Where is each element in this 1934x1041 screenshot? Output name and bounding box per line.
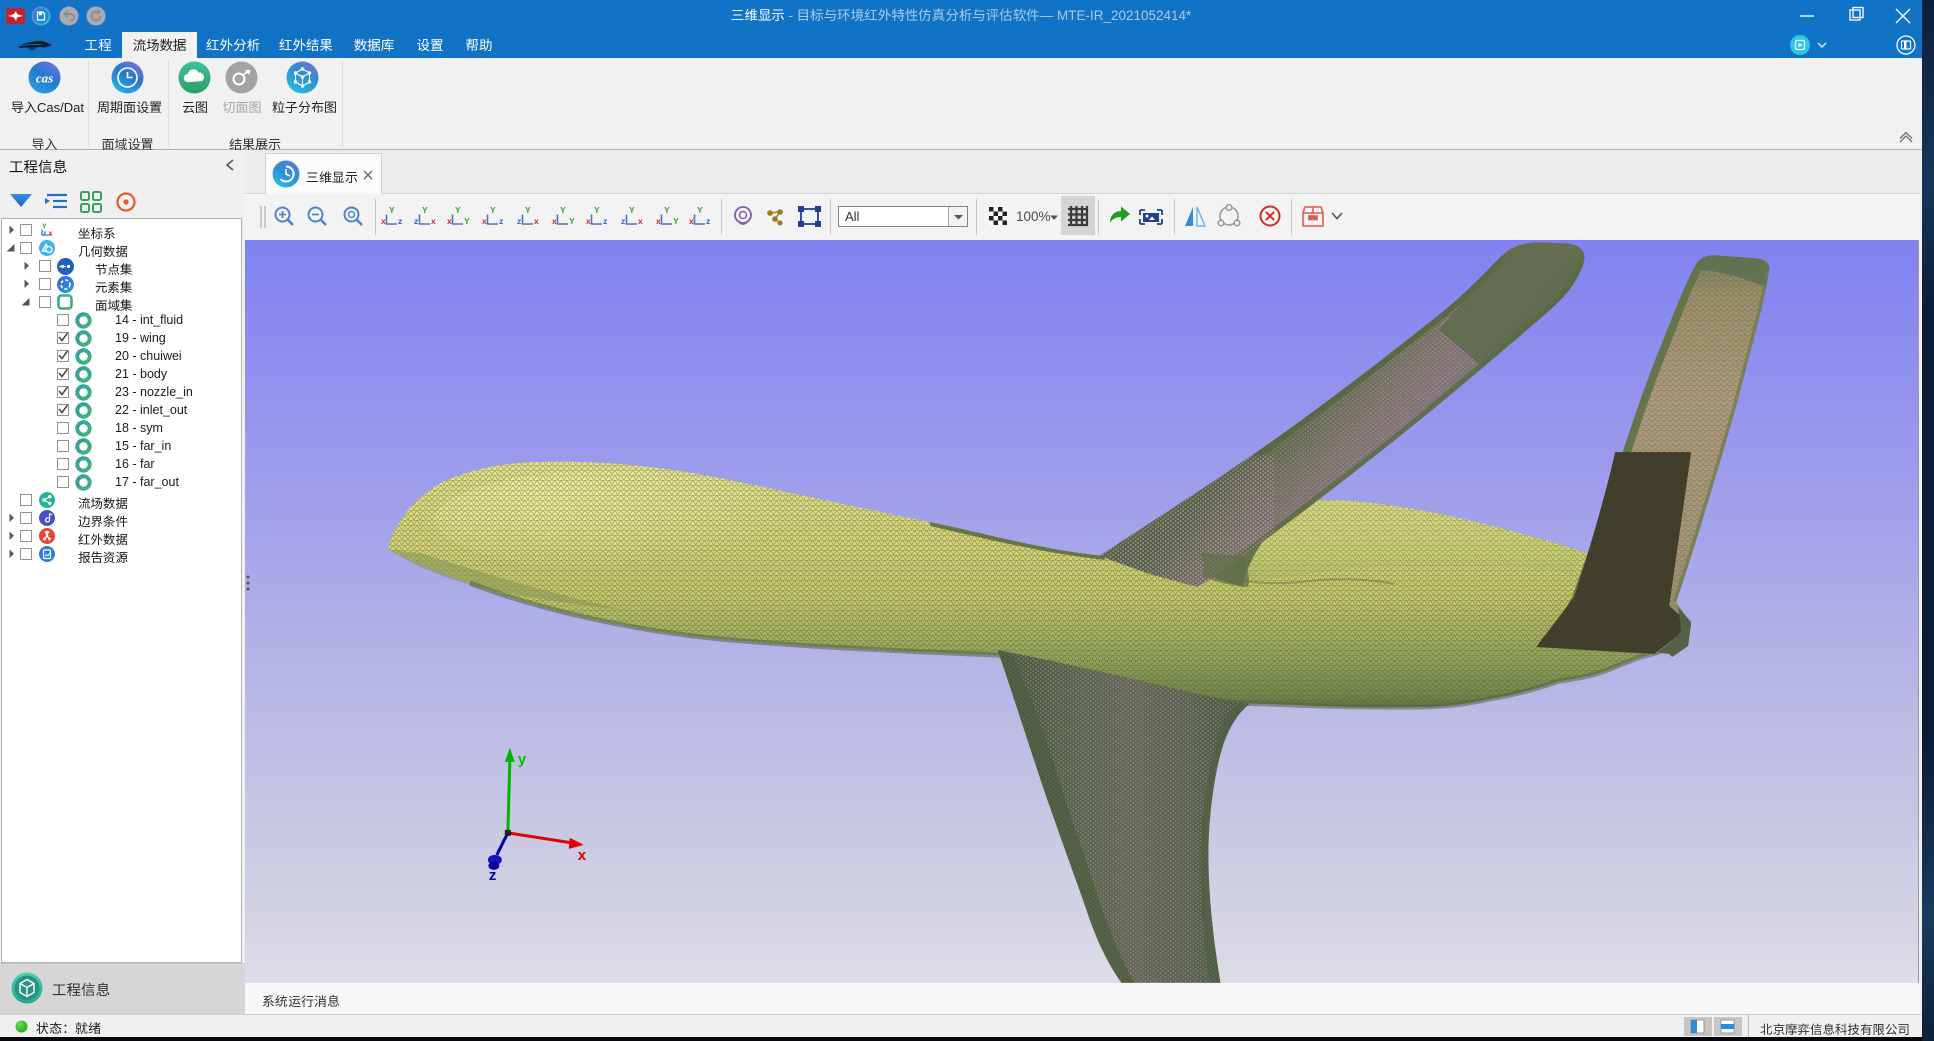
svg-text:Y: Y	[464, 216, 470, 226]
svg-text:Y: Y	[664, 205, 670, 215]
svg-text:x: x	[447, 216, 452, 226]
svg-text:Y: Y	[490, 205, 496, 215]
svg-text:y: y	[518, 751, 527, 768]
svg-text:z: z	[499, 216, 503, 226]
svg-text:Y: Y	[697, 205, 703, 215]
svg-text:x: x	[381, 216, 386, 226]
svg-text:z: z	[398, 216, 402, 226]
svg-text:x: x	[552, 216, 557, 226]
svg-text:z: z	[489, 867, 497, 884]
svg-text:x: x	[656, 216, 661, 226]
svg-text:x: x	[578, 847, 587, 864]
svg-text:z: z	[414, 216, 418, 226]
svg-text:x: x	[689, 216, 694, 226]
svg-text:x: x	[482, 216, 487, 226]
svg-text:Y: Y	[569, 216, 575, 226]
svg-text:x: x	[534, 216, 539, 226]
svg-text:Y: Y	[422, 205, 428, 215]
svg-text:z: z	[603, 216, 607, 226]
svg-text:z: z	[621, 216, 625, 226]
svg-text:z: z	[43, 230, 47, 237]
svg-text:x: x	[49, 230, 53, 237]
svg-text:z: z	[706, 216, 710, 226]
svg-text:Y: Y	[525, 205, 531, 215]
svg-text:x: x	[586, 216, 591, 226]
svg-text:x: x	[638, 216, 643, 226]
svg-text:Y: Y	[673, 216, 679, 226]
svg-text:Y: Y	[389, 205, 395, 215]
svg-text:Y: Y	[42, 223, 47, 230]
svg-text:x: x	[431, 216, 436, 226]
svg-text:Y: Y	[560, 205, 566, 215]
svg-text:Y: Y	[455, 205, 461, 215]
svg-text:z: z	[517, 216, 521, 226]
svg-text:Y: Y	[629, 205, 635, 215]
svg-text:cas: cas	[36, 71, 53, 86]
svg-text:Y: Y	[594, 205, 600, 215]
